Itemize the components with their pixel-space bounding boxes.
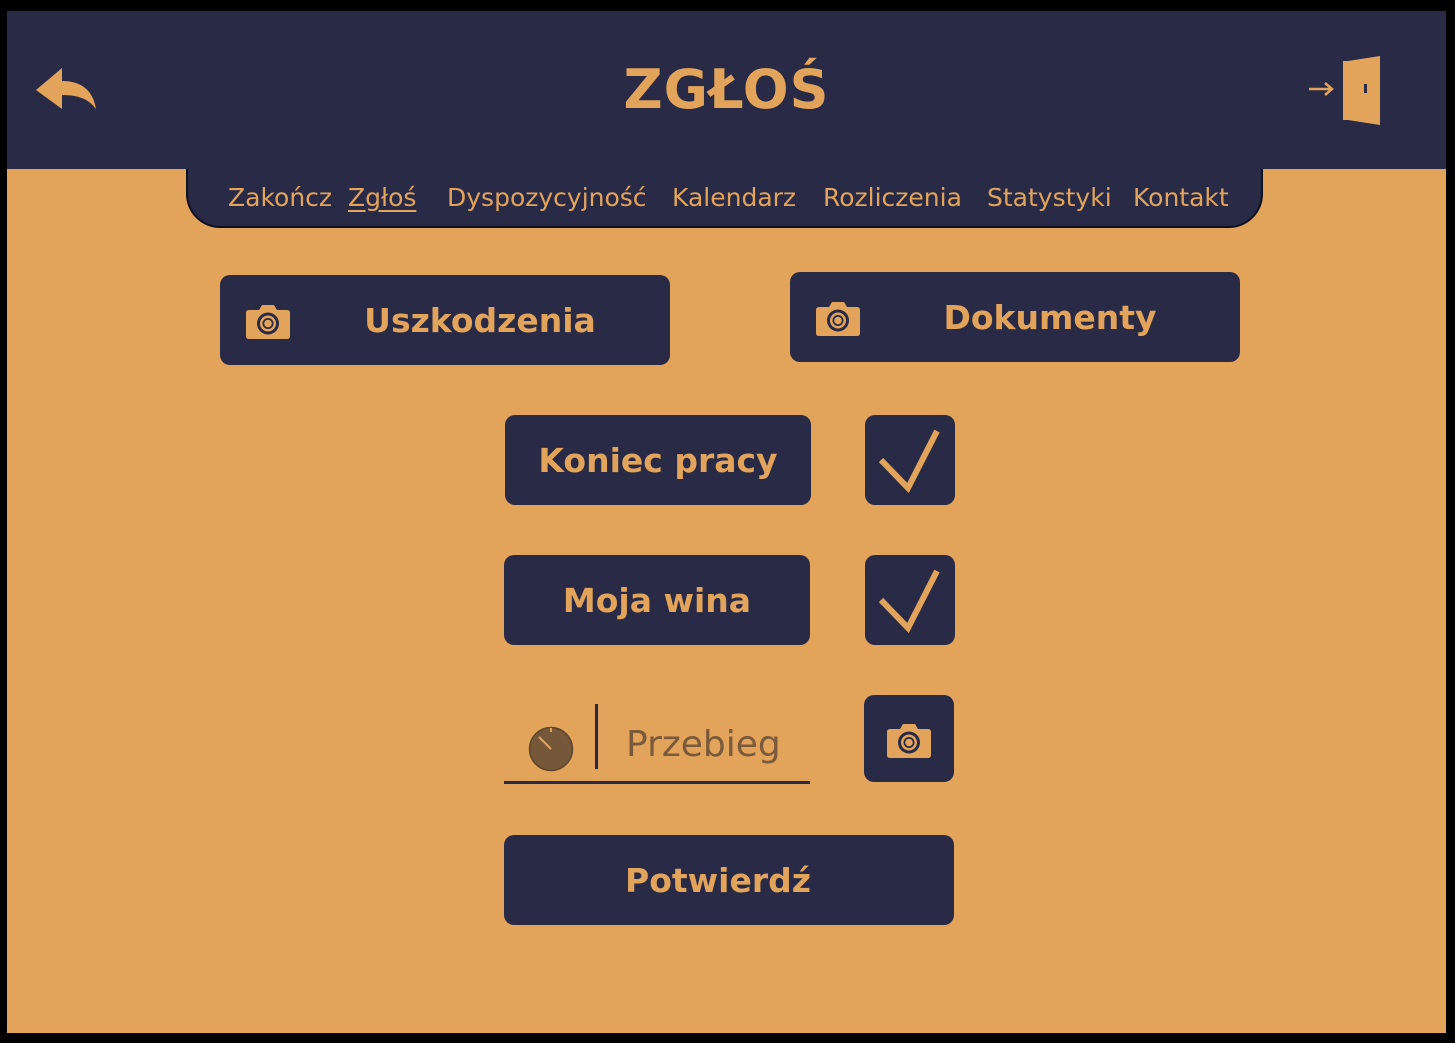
camera-icon bbox=[816, 302, 860, 336]
gauge-icon bbox=[528, 726, 574, 772]
documents-photo-label: Dokumenty bbox=[943, 297, 1157, 337]
nav-item-statystyki[interactable]: Statystyki bbox=[987, 181, 1112, 215]
nav-item-kontakt[interactable]: Kontakt bbox=[1133, 181, 1229, 215]
end-of-work-button[interactable]: Koniec pracy bbox=[505, 415, 811, 505]
field-divider bbox=[595, 704, 598, 769]
page-title: ZGŁOŚ bbox=[623, 58, 830, 121]
logout-button[interactable] bbox=[1307, 55, 1385, 127]
checkmark-icon bbox=[878, 569, 940, 634]
confirm-label: Potwierdź bbox=[625, 860, 811, 900]
my-fault-button[interactable]: Moja wina bbox=[504, 555, 810, 645]
damage-photo-label: Uszkodzenia bbox=[364, 300, 596, 340]
confirm-button[interactable]: Potwierdź bbox=[504, 835, 954, 925]
my-fault-label: Moja wina bbox=[562, 580, 752, 620]
nav-item-kalendarz[interactable]: Kalendarz bbox=[672, 181, 796, 215]
nav-item-zglos[interactable]: Zgłoś bbox=[348, 181, 416, 215]
camera-icon bbox=[887, 724, 931, 758]
app-window: ZGŁOŚ Zakończ Zgłoś Dyspozycyjność Kalen… bbox=[7, 11, 1446, 1033]
main-nav: Zakończ Zgłoś Dyspozycyjność Kalendarz R… bbox=[186, 169, 1263, 228]
nav-item-dyspozycyjnosc[interactable]: Dyspozycyjność bbox=[447, 181, 647, 215]
header-bar: ZGŁOŚ bbox=[7, 11, 1446, 169]
documents-photo-button[interactable]: Dokumenty bbox=[790, 272, 1240, 362]
logout-door-icon bbox=[1309, 56, 1380, 125]
checkmark-icon bbox=[878, 429, 940, 494]
camera-icon bbox=[246, 305, 290, 339]
nav-item-rozliczenia[interactable]: Rozliczenia bbox=[823, 181, 962, 215]
end-of-work-checkbox[interactable] bbox=[865, 415, 955, 505]
mileage-field bbox=[504, 704, 810, 784]
end-of-work-label: Koniec pracy bbox=[538, 440, 778, 480]
nav-item-zakoncz[interactable]: Zakończ bbox=[228, 181, 332, 215]
damage-photo-button[interactable]: Uszkodzenia bbox=[220, 275, 670, 365]
mileage-input[interactable] bbox=[626, 718, 806, 770]
mileage-photo-button[interactable] bbox=[864, 695, 954, 782]
my-fault-checkbox[interactable] bbox=[865, 555, 955, 645]
